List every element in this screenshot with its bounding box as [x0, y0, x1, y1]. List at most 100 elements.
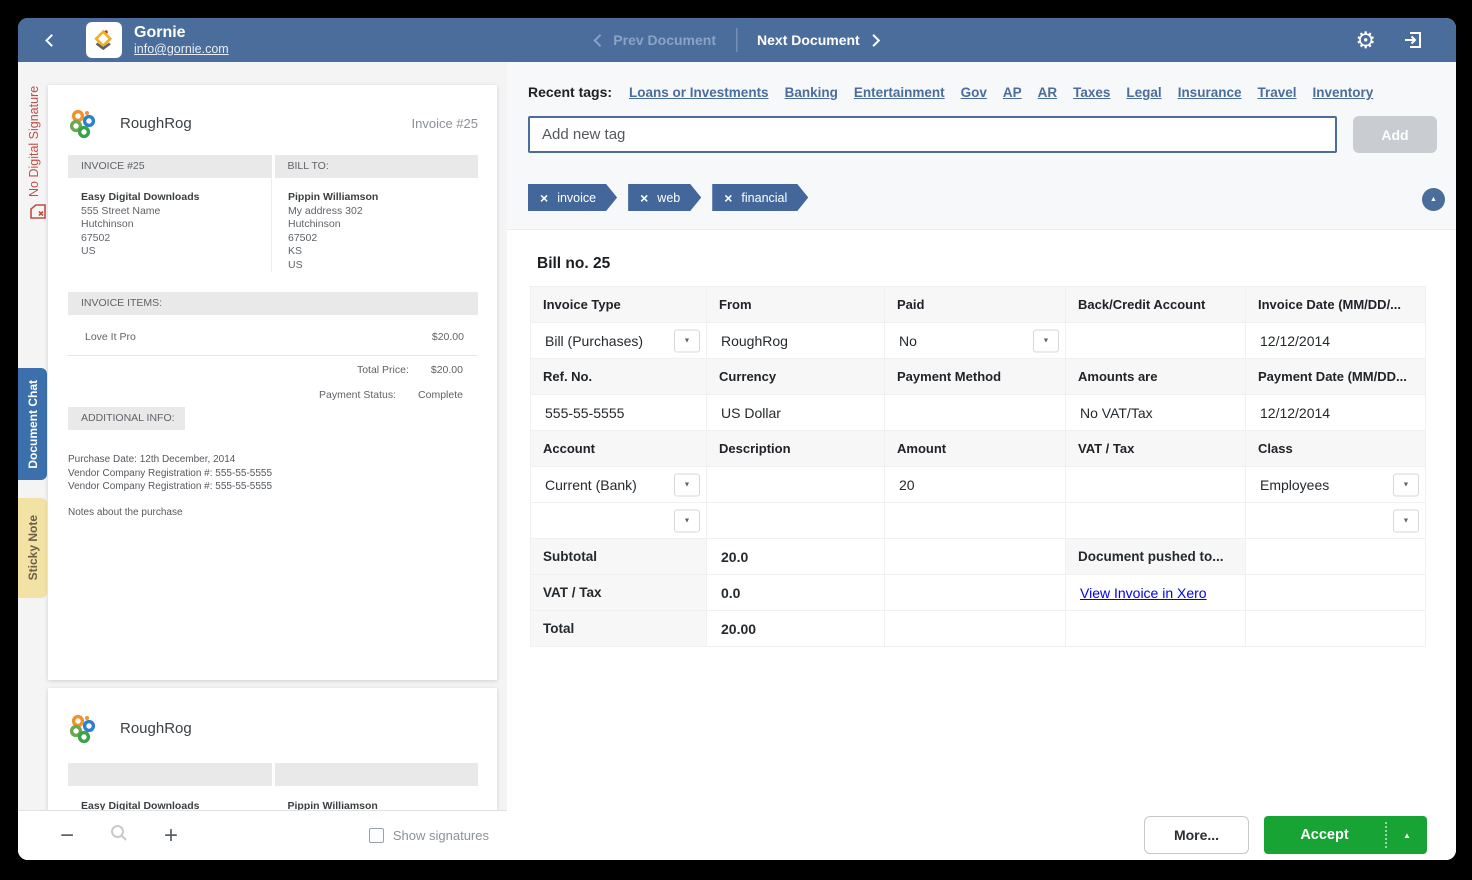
- value-cell[interactable]: 20.0: [707, 539, 885, 575]
- value-cell[interactable]: ▼: [1246, 503, 1426, 539]
- roughrog-logo-icon: [68, 712, 98, 744]
- show-signatures-checkbox[interactable]: [369, 828, 384, 843]
- tag-chip[interactable]: × invoice: [528, 184, 617, 211]
- additional-info-line: Vendor Company Registration #: 555-55-55…: [68, 480, 272, 494]
- value-cell[interactable]: [1246, 611, 1426, 647]
- column-header: Description: [707, 431, 885, 467]
- tag-remove-icon[interactable]: ×: [540, 191, 548, 205]
- value-cell[interactable]: 0.0: [707, 575, 885, 611]
- account-email-link[interactable]: info@gornie.com: [134, 42, 229, 56]
- dropdown-button[interactable]: ▼: [1033, 329, 1059, 352]
- zoom-in-button[interactable]: +: [164, 824, 178, 848]
- value-cell[interactable]: 12/12/2014: [1246, 323, 1426, 359]
- value-cell[interactable]: 555-55-5555: [531, 395, 707, 431]
- value-cell[interactable]: RoughRog: [707, 323, 885, 359]
- recent-tag-link[interactable]: Legal: [1126, 85, 1161, 100]
- value-cell[interactable]: [885, 503, 1066, 539]
- recent-tag-link[interactable]: Inventory: [1313, 85, 1374, 100]
- value-cell[interactable]: ▼: [531, 503, 707, 539]
- additional-info-line: Vendor Company Registration #: 555-55-55…: [68, 467, 272, 481]
- collapse-tags-button[interactable]: ▲: [1422, 188, 1445, 211]
- value-cell[interactable]: [1066, 611, 1246, 647]
- value-cell[interactable]: [885, 575, 1066, 611]
- top-bar: Gornie info@gornie.com Prev Document Nex…: [18, 18, 1456, 62]
- recent-tag-link[interactable]: Entertainment: [854, 85, 945, 100]
- document-chat-tab[interactable]: Document Chat: [18, 368, 47, 480]
- value-cell[interactable]: [1066, 503, 1246, 539]
- value-cell[interactable]: [1066, 323, 1246, 359]
- tag-chip-label: invoice: [557, 191, 596, 205]
- value-cell[interactable]: [885, 539, 1066, 575]
- roughrog-logo-icon: [68, 107, 98, 139]
- column-header: Currency: [707, 359, 885, 395]
- bill-to-header-bar: BILL TO:: [275, 155, 479, 178]
- document-nav: Prev Document Next Document: [595, 18, 878, 62]
- value-cell[interactable]: Current (Bank)▼: [531, 467, 707, 503]
- value-cell[interactable]: Employees▼: [1246, 467, 1426, 503]
- recent-tag-link[interactable]: Banking: [785, 85, 838, 100]
- bill-to-name-cut: Pippin Williamson: [275, 800, 479, 810]
- document-preview-panel: No Digital Signature Document Chat Stick…: [18, 62, 507, 860]
- value-cell[interactable]: 12/12/2014: [1246, 395, 1426, 431]
- sticky-note-tab[interactable]: Sticky Note: [18, 498, 47, 598]
- prev-document-button[interactable]: Prev Document: [595, 32, 716, 48]
- recent-tag-link[interactable]: Taxes: [1073, 85, 1110, 100]
- caret-up-icon: ▲: [1403, 831, 1411, 840]
- dropdown-button[interactable]: ▼: [674, 329, 700, 352]
- accept-button[interactable]: Accept ▲: [1264, 816, 1427, 854]
- line-item-price: $20.00: [432, 331, 464, 343]
- gear-icon[interactable]: ⚙: [1355, 29, 1376, 52]
- table-row: 555-55-5555US Dollar No VAT/Tax12/12/2014: [531, 395, 1426, 431]
- exit-icon[interactable]: [1402, 29, 1424, 51]
- recent-tag-link[interactable]: Gov: [961, 85, 987, 100]
- tag-chip-label: financial: [741, 191, 787, 205]
- value-cell[interactable]: 20.00: [707, 611, 885, 647]
- add-tag-button[interactable]: Add: [1353, 116, 1437, 153]
- purchase-notes: Notes about the purchase: [68, 506, 183, 520]
- value-cell[interactable]: US Dollar: [707, 395, 885, 431]
- value-cell[interactable]: [707, 467, 885, 503]
- value-cell[interactable]: [707, 503, 885, 539]
- tag-remove-icon[interactable]: ×: [724, 191, 732, 205]
- bill-to-header-bar: [275, 763, 479, 786]
- tag-chip[interactable]: × web: [628, 184, 701, 211]
- value-cell[interactable]: [1246, 575, 1426, 611]
- recent-tag-link[interactable]: AP: [1003, 85, 1022, 100]
- value-cell[interactable]: No VAT/Tax: [1066, 395, 1246, 431]
- show-signatures-toggle[interactable]: Show signatures: [369, 828, 489, 843]
- table-row: Ref. No.CurrencyPayment MethodAmounts ar…: [531, 359, 1426, 395]
- value-cell[interactable]: [885, 395, 1066, 431]
- dropdown-button[interactable]: ▼: [1393, 509, 1419, 532]
- prev-chevron-icon: [593, 34, 606, 47]
- value-cell[interactable]: [885, 611, 1066, 647]
- value-cell[interactable]: 20: [885, 467, 1066, 503]
- add-tag-input[interactable]: [528, 116, 1337, 153]
- address-line: 67502: [81, 232, 271, 246]
- tag-chip-label: web: [657, 191, 680, 205]
- value-cell[interactable]: [1246, 539, 1426, 575]
- column-header: Amounts are: [1066, 359, 1246, 395]
- address-line: US: [81, 245, 271, 259]
- recent-tag-link[interactable]: Loans or Investments: [629, 85, 769, 100]
- preview-page-2: RoughRog Easy Digital Downloads Pippin W…: [48, 688, 497, 810]
- value-cell[interactable]: No▼: [885, 323, 1066, 359]
- value-cell[interactable]: [1066, 467, 1246, 503]
- more-button[interactable]: More...: [1144, 816, 1249, 854]
- recent-tag-link[interactable]: Insurance: [1178, 85, 1242, 100]
- next-document-button[interactable]: Next Document: [757, 32, 879, 48]
- column-header: Class: [1246, 431, 1426, 467]
- recent-tag-link[interactable]: Travel: [1257, 85, 1296, 100]
- view-invoice-in-xero-link[interactable]: View Invoice in Xero: [1080, 585, 1207, 601]
- tag-remove-icon[interactable]: ×: [640, 191, 648, 205]
- back-button[interactable]: [36, 25, 66, 55]
- tag-chip[interactable]: × financial: [712, 184, 808, 211]
- dropdown-button[interactable]: ▼: [674, 509, 700, 532]
- zoom-out-button[interactable]: −: [60, 824, 74, 848]
- caret-up-icon: ▲: [1430, 196, 1437, 203]
- dropdown-button[interactable]: ▼: [1393, 473, 1419, 496]
- dropdown-button[interactable]: ▼: [674, 473, 700, 496]
- accept-dropdown-caret[interactable]: ▲: [1387, 831, 1427, 840]
- vendor-address-block: Easy Digital Downloads555 Street NameHut…: [68, 178, 272, 272]
- recent-tag-link[interactable]: AR: [1038, 85, 1058, 100]
- value-cell[interactable]: Bill (Purchases)▼: [531, 323, 707, 359]
